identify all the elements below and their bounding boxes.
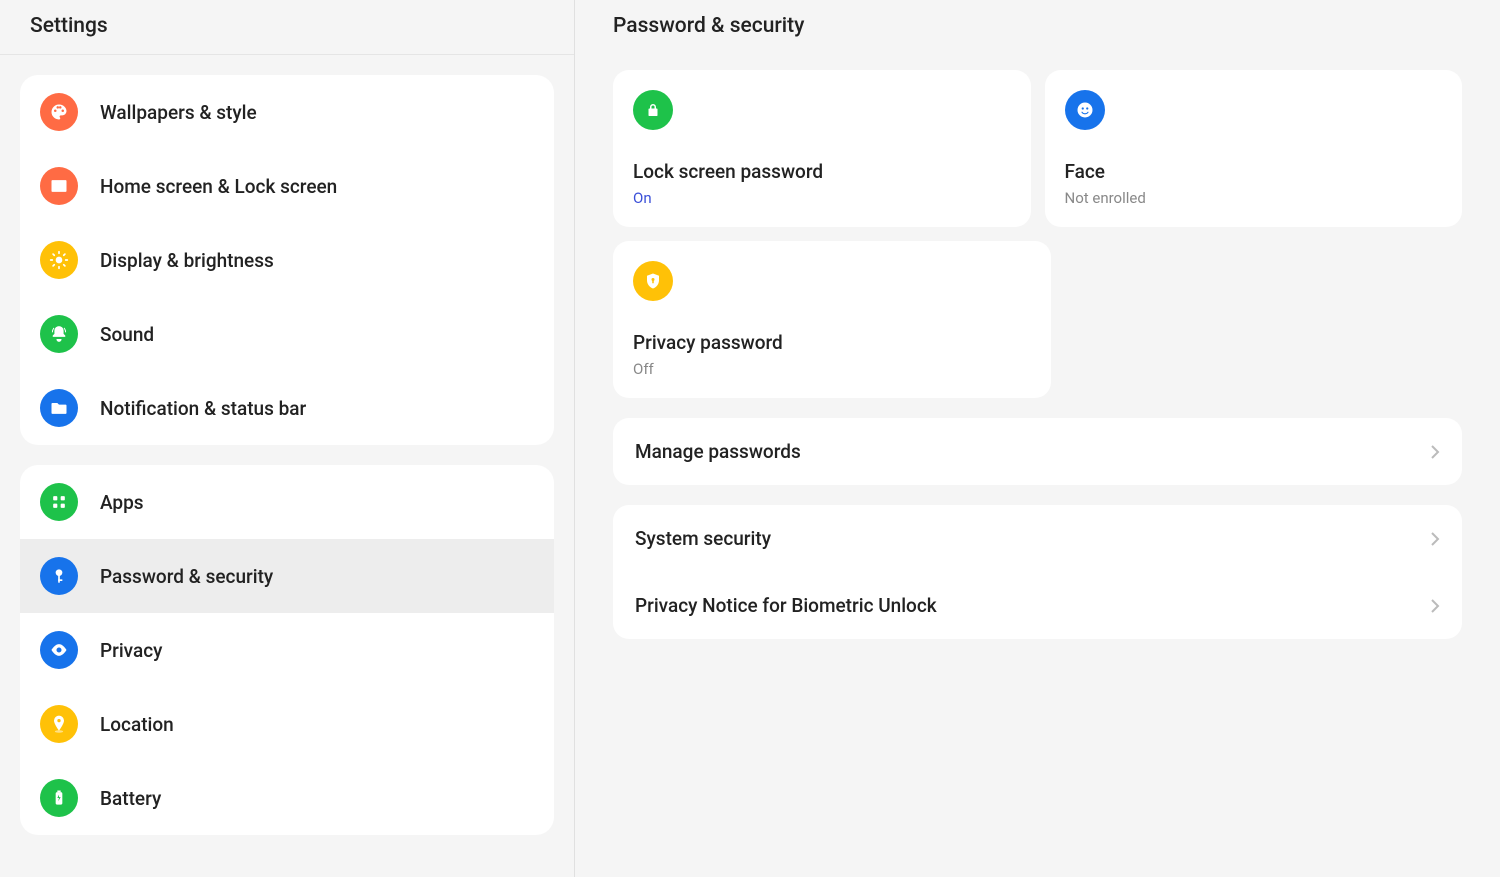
sidebar-item-notification[interactable]: Notification & status bar: [20, 371, 554, 445]
sidebar-item-label: Display & brightness: [100, 249, 274, 272]
sidebar-item-security[interactable]: Password & security: [20, 539, 554, 613]
card-title: Face: [1065, 160, 1443, 183]
sidebar-item-sound[interactable]: Sound: [20, 297, 554, 371]
sidebar-item-wallpapers[interactable]: Wallpapers & style: [20, 75, 554, 149]
sidebar-item-battery[interactable]: Battery: [20, 761, 554, 835]
sidebar-title: Settings: [0, 0, 574, 55]
list-label: Privacy Notice for Biometric Unlock: [635, 594, 937, 617]
card-status: On: [633, 189, 1011, 207]
card-placeholder: [1065, 241, 1463, 398]
sidebar-item-label: Sound: [100, 323, 154, 346]
sidebar-item-label: Password & security: [100, 565, 273, 588]
chevron-right-icon: [1430, 444, 1440, 460]
card-privacy-password[interactable]: Privacy password Off: [613, 241, 1051, 398]
sidebar-item-label: Location: [100, 713, 174, 736]
grid-icon: [40, 483, 78, 521]
sidebar-item-display[interactable]: Display & brightness: [20, 223, 554, 297]
sidebar-item-label: Apps: [100, 491, 144, 514]
list-card-2: System security Privacy Notice for Biome…: [613, 505, 1462, 639]
card-row-1: Lock screen password On Face Not enrolle…: [613, 70, 1462, 227]
detail-pane: Password & security Lock screen password…: [575, 0, 1500, 877]
list-item-system-security[interactable]: System security: [613, 505, 1462, 572]
list-card-1: Manage passwords: [613, 418, 1462, 485]
sidebar-group-2: Apps Password & security Privacy Locatio…: [20, 465, 554, 835]
pin-icon: [40, 705, 78, 743]
card-lockscreen[interactable]: Lock screen password On: [613, 70, 1031, 227]
list-item-manage-passwords[interactable]: Manage passwords: [613, 418, 1462, 485]
sidebar-item-label: Notification & status bar: [100, 397, 306, 420]
chevron-right-icon: [1430, 531, 1440, 547]
card-title: Privacy password: [633, 331, 1031, 354]
shield-icon: [633, 261, 673, 301]
folder-icon: [40, 389, 78, 427]
sidebar-item-label: Home screen & Lock screen: [100, 175, 337, 198]
list-label: System security: [635, 527, 771, 550]
detail-title: Password & security: [613, 0, 1462, 70]
sidebar-item-privacy[interactable]: Privacy: [20, 613, 554, 687]
card-row-2: Privacy password Off: [613, 241, 1462, 398]
chevron-right-icon: [1430, 598, 1440, 614]
card-status: Not enrolled: [1065, 189, 1443, 207]
list-label: Manage passwords: [635, 440, 801, 463]
sidebar-group-1: Wallpapers & style Home screen & Lock sc…: [20, 75, 554, 445]
eye-icon: [40, 631, 78, 669]
image-icon: [40, 167, 78, 205]
palette-icon: [40, 93, 78, 131]
sun-icon: [40, 241, 78, 279]
sidebar-item-apps[interactable]: Apps: [20, 465, 554, 539]
sidebar-item-homescreen[interactable]: Home screen & Lock screen: [20, 149, 554, 223]
sidebar-item-label: Wallpapers & style: [100, 101, 257, 124]
key-icon: [40, 557, 78, 595]
card-status: Off: [633, 360, 1031, 378]
lock-icon: [633, 90, 673, 130]
settings-sidebar: Settings Wallpapers & style Home screen …: [0, 0, 575, 877]
card-face[interactable]: Face Not enrolled: [1045, 70, 1463, 227]
face-icon: [1065, 90, 1105, 130]
sidebar-item-location[interactable]: Location: [20, 687, 554, 761]
sidebar-item-label: Privacy: [100, 639, 162, 662]
card-title: Lock screen password: [633, 160, 1011, 183]
list-item-privacy-notice[interactable]: Privacy Notice for Biometric Unlock: [613, 572, 1462, 639]
battery-icon: [40, 779, 78, 817]
bell-icon: [40, 315, 78, 353]
sidebar-item-label: Battery: [100, 787, 161, 810]
